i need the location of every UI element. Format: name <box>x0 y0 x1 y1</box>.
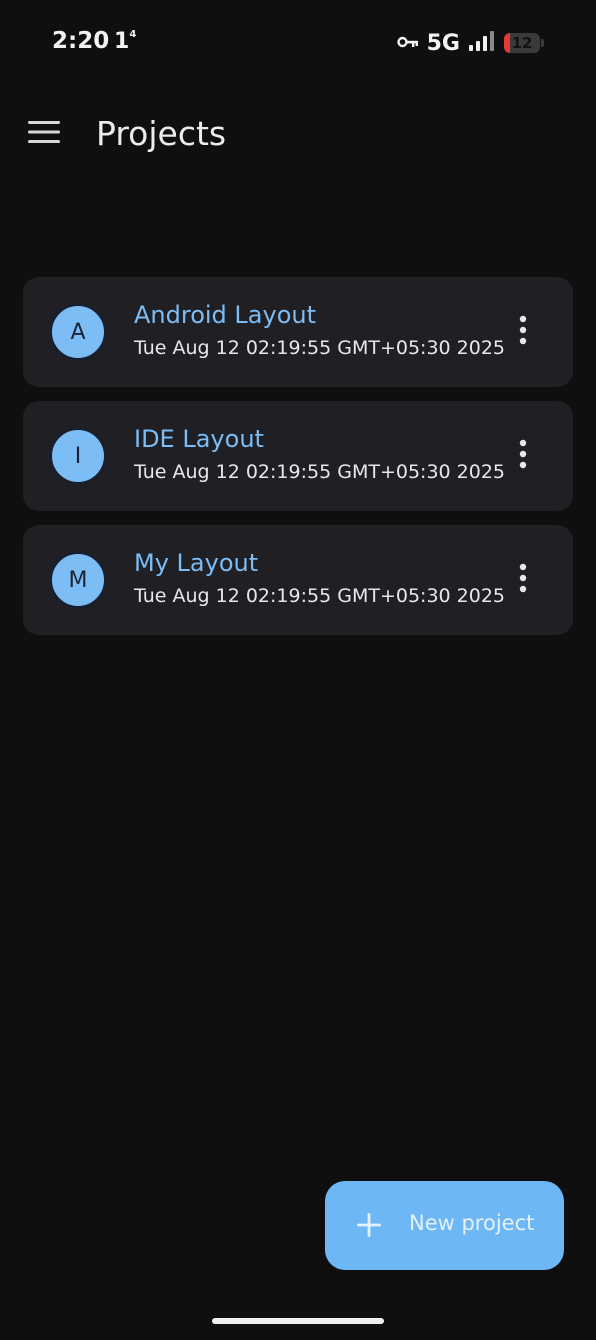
project-name: My Layout <box>134 549 259 577</box>
project-name: Android Layout <box>134 301 317 329</box>
page-title: Projects <box>96 114 227 153</box>
more-options-button[interactable] <box>509 433 537 479</box>
status-notification-count: 1 <box>114 29 130 54</box>
project-avatar: M <box>49 551 107 609</box>
top-app-bar: Projects <box>0 96 596 176</box>
signal-bars-icon <box>468 30 496 56</box>
more-vert-icon <box>519 315 527 349</box>
gesture-nav-bar[interactable] <box>212 1318 384 1324</box>
status-notification-sup: 4 <box>129 29 137 40</box>
project-name: IDE Layout <box>134 425 264 453</box>
menu-button[interactable] <box>18 108 70 160</box>
hamburger-menu-icon <box>28 121 60 147</box>
more-vert-icon <box>519 563 527 597</box>
status-icons: 5G 12 <box>396 28 544 58</box>
project-date: Tue Aug 12 02:19:55 GMT+05:30 2025 <box>134 585 506 607</box>
new-project-button[interactable]: New project <box>325 1181 564 1270</box>
battery-level <box>504 33 510 53</box>
project-avatar: A <box>49 303 107 361</box>
more-options-button[interactable] <box>509 557 537 603</box>
project-avatar: I <box>49 427 107 485</box>
project-date: Tue Aug 12 02:19:55 GMT+05:30 2025 <box>134 461 506 483</box>
network-type: 5G <box>426 30 460 56</box>
project-list: A Android Layout Tue Aug 12 02:19:55 GMT… <box>23 277 573 649</box>
project-card[interactable]: A Android Layout Tue Aug 12 02:19:55 GMT… <box>23 277 573 387</box>
status-time: 2:20 <box>52 28 110 54</box>
battery-tip <box>541 39 544 47</box>
status-notification: 14 <box>114 29 136 54</box>
key-icon <box>396 34 419 53</box>
status-bar: 2:20 14 5G 12 <box>0 0 596 86</box>
project-card[interactable]: I IDE Layout Tue Aug 12 02:19:55 GMT+05:… <box>23 401 573 511</box>
project-card[interactable]: M My Layout Tue Aug 12 02:19:55 GMT+05:3… <box>23 525 573 635</box>
battery-icon: 12 <box>504 33 540 53</box>
plus-icon <box>355 1211 383 1239</box>
project-date: Tue Aug 12 02:19:55 GMT+05:30 2025 <box>134 337 506 359</box>
screen: 2:20 14 5G 12 Projects A Android Layout … <box>0 0 596 1340</box>
more-options-button[interactable] <box>509 309 537 355</box>
more-vert-icon <box>519 439 527 473</box>
battery-percent: 12 <box>511 34 533 52</box>
new-project-label: New project <box>409 1211 535 1235</box>
